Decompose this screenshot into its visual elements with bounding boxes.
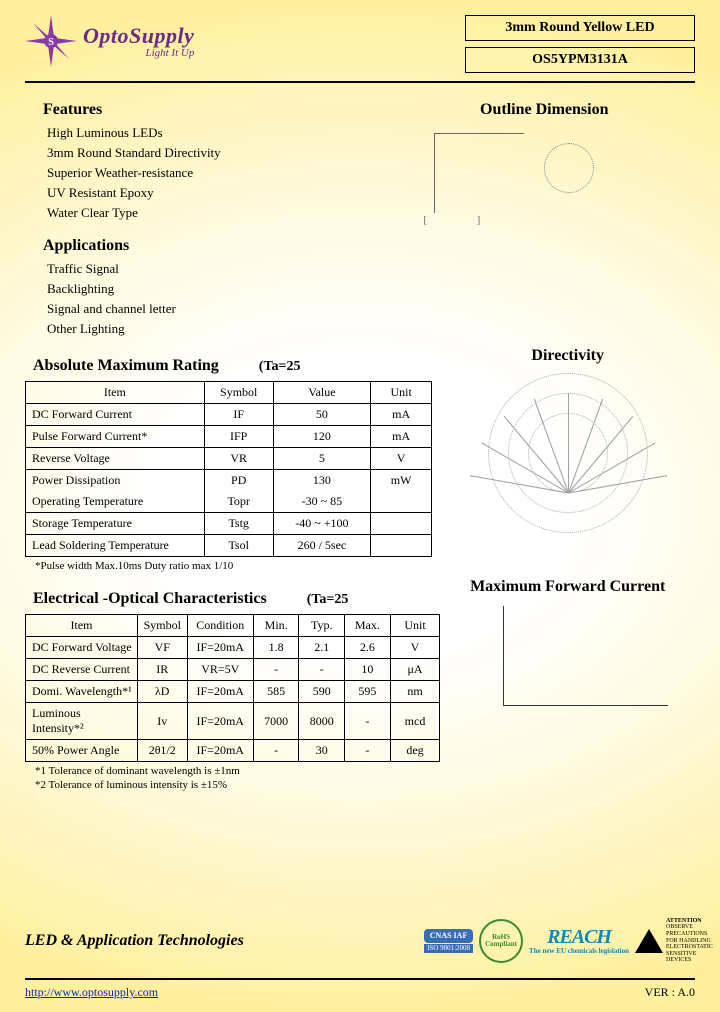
list-item: Other Lighting	[47, 319, 394, 339]
list-item: High Luminous LEDs	[47, 123, 394, 143]
table-row: DC Forward CurrentIF50mA	[26, 404, 432, 426]
table-row: Luminous Intensity*²IvIF=20mA70008000-mc…	[26, 703, 440, 740]
elecopt-condition: (Ta=25	[307, 592, 349, 608]
col-value: Value	[273, 382, 370, 404]
mfc-heading: Maximum Forward Current	[440, 578, 695, 596]
list-item: Traffic Signal	[47, 259, 394, 279]
reach-badge: REACH The new EU chemicals legislation	[529, 927, 629, 955]
col-symbol: Symbol	[204, 382, 273, 404]
outline-diagram: [ ]	[394, 123, 696, 233]
table-row: Operating Temperature Topr -30 ~ 85	[26, 491, 432, 513]
svg-text:S: S	[48, 37, 54, 48]
diagram-circle-icon	[544, 143, 594, 193]
list-item: Signal and channel letter	[47, 299, 394, 319]
esd-badge: ATTENTIONOBSERVE PRECAUTIONS FOR HANDLIN…	[635, 918, 695, 964]
datasheet-header: S OptoSupply Light It Up 3mm Round Yello…	[25, 10, 695, 83]
features-heading: Features	[43, 101, 394, 119]
list-item: Superior Weather-resistance	[47, 163, 394, 183]
table-row: 50% Power Angle2θ1/2IF=20mA-30-deg	[26, 740, 440, 762]
footer-title: LED & Application Technologies	[25, 932, 244, 950]
list-item: 3mm Round Standard Directivity	[47, 143, 394, 163]
elecopt-footnote-1: *1 Tolerance of dominant wavelength is ±…	[35, 765, 440, 777]
absmax-table: Item Symbol Value Unit DC Forward Curren…	[25, 381, 432, 557]
title-boxes: 3mm Round Yellow LED OS5YPM3131A	[465, 15, 695, 73]
cnas-iaf-badge: CNAS IAF ISO 9001:2008	[424, 929, 473, 954]
absmax-footnote: *Pulse width Max.10ms Duty ratio max 1/1…	[35, 560, 440, 572]
footer-bar: LED & Application Technologies CNAS IAF …	[25, 918, 695, 964]
table-header-row: Item Symbol Condition Min. Typ. Max. Uni…	[26, 615, 440, 637]
applications-list: Traffic Signal Backlighting Signal and c…	[47, 259, 394, 339]
website-link[interactable]: http://www.optosupply.com	[25, 985, 158, 1000]
part-number-box: OS5YPM3131A	[465, 47, 695, 73]
brand-name: OptoSupply	[83, 23, 194, 49]
table-row: Power Dissipation PD 130 mW	[26, 470, 432, 492]
graph-x-axis-icon	[503, 705, 668, 706]
list-item: Backlighting	[47, 279, 394, 299]
features-list: High Luminous LEDs 3mm Round Standard Di…	[47, 123, 394, 223]
footer-divider	[25, 978, 695, 980]
table-row: DC Reverse CurrentIRVR=5V--10μA	[26, 659, 440, 681]
table-row: Lead Soldering TemperatureTsol260 / 5sec	[26, 535, 432, 557]
brand-tagline: Light It Up	[83, 47, 194, 59]
outline-heading: Outline Dimension	[394, 101, 696, 119]
table-row: Pulse Forward Current*IFP120mA	[26, 426, 432, 448]
col-unit: Unit	[371, 382, 432, 404]
diagram-bracket-icon: [ ]	[424, 211, 481, 226]
absmax-heading: Absolute Maximum Rating	[33, 357, 219, 375]
fan-arc-icon	[488, 373, 648, 533]
applications-heading: Applications	[43, 237, 394, 255]
version-label: VER : A.0	[645, 985, 695, 1000]
elecopt-footnote-2: *2 Tolerance of luminous intensity is ±1…	[35, 779, 440, 791]
list-item: UV Resistant Epoxy	[47, 183, 394, 203]
graph-y-axis-icon	[503, 606, 504, 706]
elecopt-heading: Electrical -Optical Characteristics	[33, 590, 267, 608]
absmax-condition: (Ta=25	[259, 359, 301, 375]
logo-block: S OptoSupply Light It Up	[25, 15, 194, 67]
brand-text: OptoSupply Light It Up	[83, 23, 194, 59]
table-row: Domi. Wavelength*¹λDIF=20mA585590595nm	[26, 681, 440, 703]
directivity-diagram	[468, 373, 668, 493]
outline-diagram-2	[394, 233, 696, 303]
elecopt-mfc-row: Electrical -Optical Characteristics (Ta=…	[25, 574, 695, 791]
directivity-heading: Directivity	[440, 347, 695, 365]
cert-badges: CNAS IAF ISO 9001:2008 RoHS Compliant RE…	[424, 918, 695, 964]
table-header-row: Item Symbol Value Unit	[26, 382, 432, 404]
product-line-box: 3mm Round Yellow LED	[465, 15, 695, 41]
mfc-graph	[468, 606, 668, 716]
col-item: Item	[26, 382, 205, 404]
esd-triangle-icon	[635, 929, 663, 953]
star-logo-icon: S	[25, 15, 77, 67]
elecopt-table: Item Symbol Condition Min. Typ. Max. Uni…	[25, 614, 440, 762]
table-row: Storage TemperatureTstg-40 ~ +100	[26, 513, 432, 535]
table-row: DC Forward VoltageVFIF=20mA1.82.12.6V	[26, 637, 440, 659]
table-row: Reverse VoltageVR5V	[26, 448, 432, 470]
features-outline-row: Features High Luminous LEDs 3mm Round St…	[25, 95, 695, 339]
rohs-badge-icon: RoHS Compliant	[479, 919, 523, 963]
list-item: Water Clear Type	[47, 203, 394, 223]
absmax-directivity-row: Absolute Maximum Rating (Ta=25 Item Symb…	[25, 341, 695, 572]
diagram-axes-icon	[434, 133, 524, 213]
bottom-row: http://www.optosupply.com VER : A.0	[25, 985, 695, 1000]
